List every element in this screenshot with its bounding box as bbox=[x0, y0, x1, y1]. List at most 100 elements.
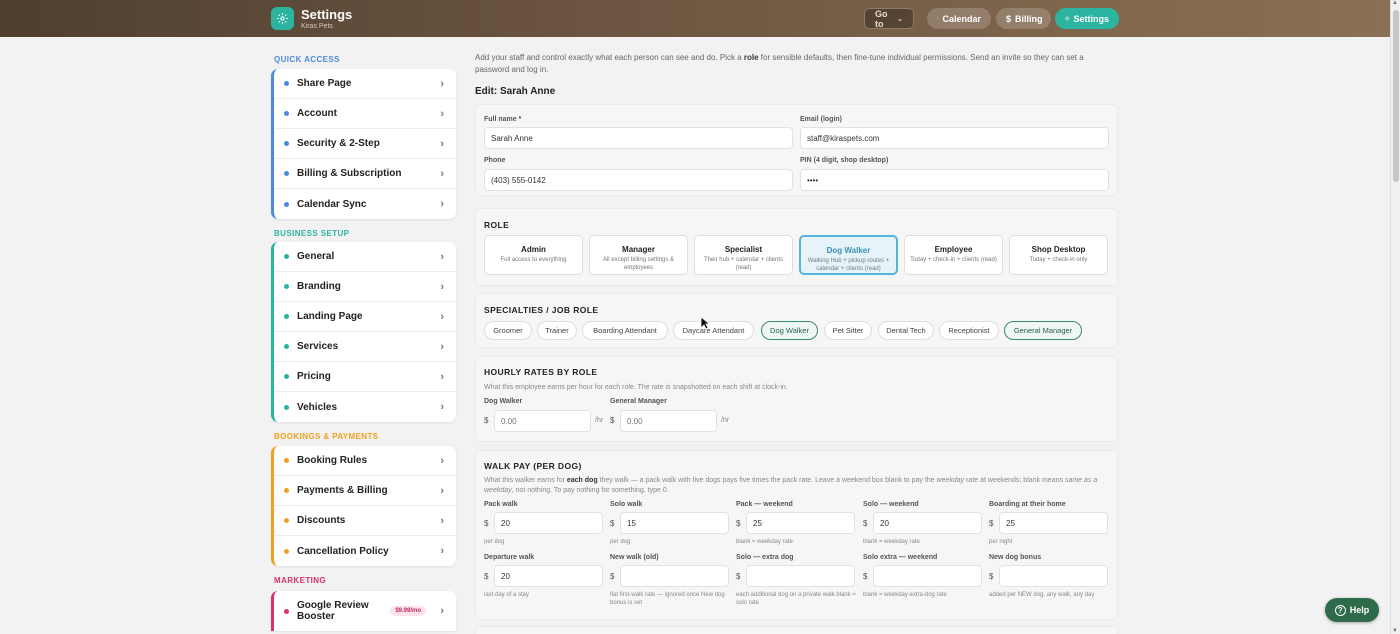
role-card: ROLE Admin Full access to everything Mana… bbox=[475, 208, 1118, 286]
specialty-chip-daycare-attendant[interactable]: Daycare Attendant bbox=[673, 321, 754, 340]
pay-input-new-walk-old[interactable] bbox=[620, 565, 729, 587]
role-option-admin[interactable]: Admin Full access to everything bbox=[484, 235, 583, 275]
desc-bold: each dog bbox=[566, 477, 598, 484]
nav-group-bookings-payments: Booking Rules › Payments & Billing › Disco… bbox=[271, 446, 456, 566]
pay-input-boarding-home[interactable] bbox=[999, 512, 1108, 534]
help-button[interactable]: ? Help bbox=[1325, 598, 1379, 622]
page-scrollbar[interactable]: ▲ ▼ bbox=[1390, 0, 1400, 634]
pay-label-solo-weekend: Solo — weekend bbox=[863, 501, 919, 508]
goto-dropdown[interactable]: Go to ⌄ bbox=[864, 8, 914, 29]
sidebar-item-label: Booking Rules bbox=[297, 455, 368, 466]
specialty-chip-groomer[interactable]: Groomer bbox=[484, 321, 532, 340]
specialty-chip-general-manager[interactable]: General Manager bbox=[1004, 321, 1082, 340]
role-option-manager[interactable]: Manager All except billing settings & emp… bbox=[589, 235, 688, 275]
rate-label-general-manager: General Manager bbox=[610, 398, 667, 405]
mouse-cursor-icon bbox=[700, 316, 710, 330]
pay-label-pack-walk: Pack walk bbox=[484, 501, 518, 508]
top-bar: Settings Kiras Pets Go to ⌄ Calendar $ B… bbox=[0, 0, 1390, 37]
billing-button[interactable]: $ Billing bbox=[996, 8, 1051, 29]
sidebar-item-label: Landing Page bbox=[297, 311, 363, 322]
pay-input-pack-weekend[interactable] bbox=[746, 512, 855, 534]
pay-input-pack-walk[interactable] bbox=[494, 512, 603, 534]
specialty-chip-boarding-attendant[interactable]: Boarding Attendant bbox=[582, 321, 668, 340]
scroll-up-arrow-icon[interactable]: ▲ bbox=[1392, 0, 1398, 6]
sidebar-item-cancellation-policy[interactable]: Cancellation Policy › bbox=[274, 536, 456, 566]
pay-input-solo-walk[interactable] bbox=[620, 512, 729, 534]
bullet-dot bbox=[284, 458, 289, 463]
calendar-button[interactable]: Calendar bbox=[927, 8, 991, 29]
currency-symbol: $ bbox=[863, 572, 868, 581]
sidebar-item-branding[interactable]: Branding › bbox=[274, 272, 456, 302]
rate-input-general-manager[interactable] bbox=[620, 410, 717, 432]
specialty-chip-dental-tech[interactable]: Dental Tech bbox=[878, 321, 934, 340]
role-option-shop-desktop[interactable]: Shop Desktop Today + check-in only bbox=[1009, 235, 1108, 275]
page-title: Settings bbox=[301, 7, 353, 22]
pay-input-solo-extra-dog[interactable] bbox=[746, 565, 855, 587]
pay-hint: added per NEW dog, any walk, any day bbox=[989, 592, 1095, 598]
sidebar-item-account[interactable]: Account › bbox=[274, 99, 456, 129]
sidebar-item-label: Cancellation Policy bbox=[297, 545, 389, 557]
currency-symbol: $ bbox=[736, 572, 741, 581]
billing-label: Billing bbox=[1015, 13, 1043, 24]
role-title: ROLE bbox=[484, 220, 510, 230]
hourly-rates-desc: What this employee earns per hour for ea… bbox=[484, 384, 788, 391]
goto-label: Go to bbox=[875, 8, 888, 29]
help-label: Help bbox=[1349, 605, 1370, 615]
sidebar-item-label: Share Page bbox=[297, 78, 352, 89]
bullet-dot bbox=[284, 374, 289, 379]
specialty-chip-receptionist[interactable]: Receptionist bbox=[939, 321, 999, 340]
edit-title: Edit: Sarah Anne bbox=[475, 86, 556, 97]
role-option-employee[interactable]: Employee Today + check-in + clients (read… bbox=[904, 235, 1003, 275]
sidebar-item-billing-subscription[interactable]: Billing & Subscription › bbox=[274, 159, 456, 189]
currency-symbol: $ bbox=[989, 519, 994, 528]
sidebar-item-discounts[interactable]: Discounts › bbox=[274, 506, 456, 536]
pay-input-solo-weekend[interactable] bbox=[873, 512, 982, 534]
phone-input[interactable] bbox=[484, 169, 793, 191]
chevron-right-icon: › bbox=[440, 484, 444, 497]
role-name: Dog Walker bbox=[826, 246, 871, 255]
chevron-right-icon: › bbox=[440, 401, 444, 413]
specialty-chip-pet-sitter[interactable]: Pet Sitter bbox=[824, 321, 872, 340]
app-logo[interactable] bbox=[271, 7, 294, 30]
pin-input[interactable] bbox=[800, 169, 1109, 191]
specialties-card: SPECIALTIES / JOB ROLE Groomer Trainer B… bbox=[475, 293, 1118, 348]
sidebar-item-google-review-booster[interactable]: Google Review Booster $9.99/mo › bbox=[274, 591, 456, 631]
sidebar-item-vehicles[interactable]: Vehicles › bbox=[274, 392, 456, 422]
pin-label: PIN (4 digit, shop desktop) bbox=[800, 157, 889, 164]
role-option-specialist[interactable]: Specialist Their hub + calendar + clients… bbox=[694, 235, 793, 275]
nav-group-marketing: Google Review Booster $9.99/mo › bbox=[271, 591, 456, 631]
sidebar-item-services[interactable]: Services › bbox=[274, 332, 456, 362]
sidebar-item-booking-rules[interactable]: Booking Rules › bbox=[274, 446, 456, 476]
specialty-chip-trainer[interactable]: Trainer bbox=[537, 321, 577, 340]
pay-input-departure-walk[interactable] bbox=[494, 565, 603, 587]
sidebar-item-pricing[interactable]: Pricing › bbox=[274, 362, 456, 392]
pay-input-solo-extra-weekend[interactable] bbox=[873, 565, 982, 587]
settings-button[interactable]: Settings bbox=[1055, 8, 1119, 29]
scroll-down-arrow-icon[interactable]: ▼ bbox=[1392, 628, 1398, 634]
specialty-chip-dog-walker[interactable]: Dog Walker bbox=[761, 321, 818, 340]
nav-group-quick-access: Share Page › Account › Security & 2-Step › … bbox=[271, 69, 456, 219]
scrollbar-thumb[interactable] bbox=[1393, 10, 1399, 182]
next-card bbox=[475, 626, 1118, 634]
sidebar-item-share-page[interactable]: Share Page › bbox=[274, 69, 456, 99]
sidebar-item-label: Payments & Billing bbox=[297, 485, 388, 496]
desc-part: they walk — a pack walk with five dogs p… bbox=[597, 477, 937, 484]
full-name-input[interactable] bbox=[484, 127, 793, 149]
chevron-right-icon: › bbox=[440, 250, 444, 263]
intro-text-part: Add your staff and control exactly what … bbox=[475, 53, 744, 62]
email-input[interactable] bbox=[800, 127, 1109, 149]
bullet-dot bbox=[284, 254, 289, 259]
section-title-quick-access: QUICK ACCESS bbox=[274, 55, 340, 64]
business-name: Kiras Pets bbox=[301, 23, 333, 30]
rate-input-dog-walker[interactable] bbox=[494, 410, 591, 432]
sidebar-item-security[interactable]: Security & 2-Step › bbox=[274, 129, 456, 159]
sidebar-item-payments-billing[interactable]: Payments & Billing › bbox=[274, 476, 456, 506]
sidebar-item-calendar-sync[interactable]: Calendar Sync › bbox=[274, 189, 456, 219]
sidebar-item-general[interactable]: General › bbox=[274, 242, 456, 272]
role-option-dog-walker[interactable]: Dog Walker Walking Hub + pickup routes + … bbox=[799, 235, 898, 275]
desc-part: , not nothing. To pay nothing for someth… bbox=[511, 487, 669, 494]
sidebar-item-landing-page[interactable]: Landing Page › bbox=[274, 302, 456, 332]
chevron-right-icon: › bbox=[440, 605, 444, 617]
sidebar-item-label: Google Review Booster bbox=[297, 600, 369, 622]
pay-input-new-dog-bonus[interactable] bbox=[999, 565, 1108, 587]
